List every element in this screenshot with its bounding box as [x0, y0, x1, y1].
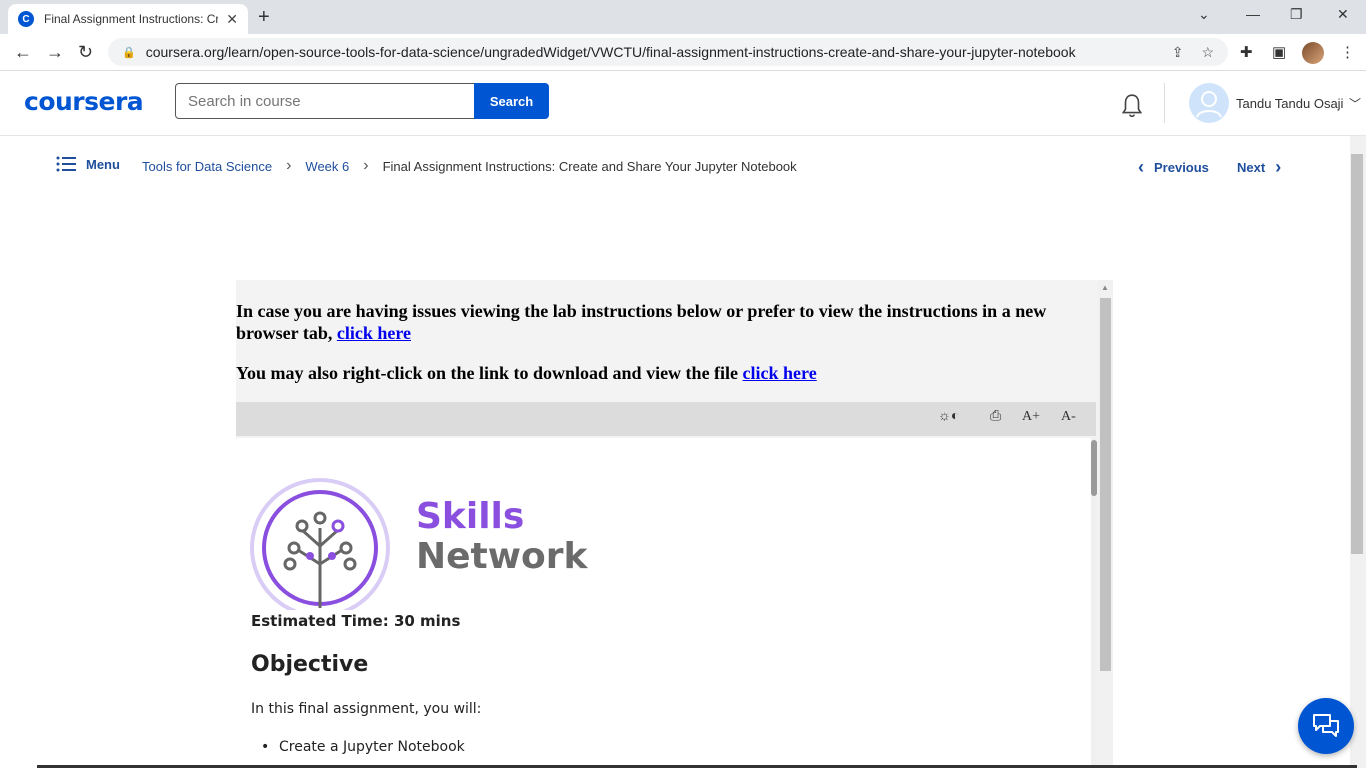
- url-text: coursera.org/learn/open-source-tools-for…: [145, 44, 1076, 60]
- list-item: Create a Jupyter Notebook: [261, 739, 465, 755]
- side-panel-icon[interactable]: ▣: [1272, 43, 1286, 61]
- tab-title: Final Assignment Instructions: Cr: [44, 12, 219, 26]
- previous-label: Previous: [1154, 160, 1209, 175]
- breadcrumb: Tools for Data Science › Week 6 › Final …: [142, 157, 797, 175]
- open-in-new-tab-link[interactable]: click here: [337, 323, 411, 343]
- list-menu-icon: [56, 156, 76, 172]
- tab-close-icon[interactable]: ✕: [226, 11, 238, 28]
- forward-icon[interactable]: →: [46, 42, 64, 63]
- share-icon[interactable]: ⇪: [1172, 44, 1184, 61]
- user-avatar[interactable]: [1189, 83, 1229, 123]
- breadcrumb-course-link[interactable]: Tools for Data Science: [142, 159, 272, 174]
- objective-intro: In this final assignment, you will:: [251, 701, 482, 717]
- theme-toggle-icon[interactable]: ☼◐: [938, 409, 959, 425]
- reload-icon[interactable]: ↻: [78, 42, 93, 63]
- new-tab-icon[interactable]: +: [258, 6, 270, 29]
- font-decrease-icon[interactable]: A-: [1061, 409, 1076, 425]
- objective-heading: Objective: [251, 652, 369, 677]
- lock-icon: 🔒: [122, 46, 136, 59]
- reader-toolbar: ☼◐ ⎙ A+ A-: [236, 402, 1096, 436]
- chevron-left-icon: ‹: [1138, 157, 1144, 177]
- bookmark-star-icon[interactable]: ☆: [1201, 44, 1214, 61]
- chevron-right-icon: ›: [1275, 157, 1282, 177]
- minimize-icon[interactable]: —: [1246, 6, 1260, 22]
- download-file-link[interactable]: click here: [743, 363, 817, 383]
- print-icon[interactable]: ⎙: [990, 409, 1001, 425]
- page-scrollbar[interactable]: [1350, 136, 1366, 768]
- font-increase-icon[interactable]: A+: [1022, 409, 1040, 425]
- lab-document: Skills Network Estimated Time: 30 mins O…: [236, 438, 1091, 768]
- notifications-bell-icon[interactable]: [1119, 93, 1145, 119]
- back-icon[interactable]: ←: [14, 42, 32, 63]
- chevron-right-icon: ›: [286, 157, 292, 174]
- browser-tabbar: C Final Assignment Instructions: Cr ✕ + …: [0, 0, 1366, 34]
- browser-tab[interactable]: C Final Assignment Instructions: Cr ✕: [8, 4, 248, 34]
- search-input[interactable]: [175, 83, 475, 119]
- header-divider: [1164, 83, 1165, 123]
- chevron-right-icon: ›: [363, 157, 369, 174]
- browser-profile-avatar[interactable]: [1302, 42, 1324, 64]
- brand-network-text: Network: [416, 536, 588, 577]
- intro2-text: You may also right-click on the link to …: [236, 363, 739, 383]
- scroll-up-icon[interactable]: ▲: [1101, 283, 1109, 292]
- chevron-down-icon[interactable]: ﹀: [1349, 95, 1361, 112]
- url-field[interactable]: 🔒 coursera.org/learn/open-source-tools-f…: [108, 38, 1228, 66]
- course-menu-button[interactable]: Menu: [56, 156, 120, 172]
- previous-button[interactable]: ‹ Previous: [1138, 157, 1209, 178]
- coursera-favicon-icon: C: [18, 11, 34, 27]
- next-button[interactable]: Next ›: [1237, 157, 1281, 178]
- breadcrumb-week-link[interactable]: Week 6: [305, 159, 349, 174]
- estimated-time: Estimated Time: 30 mins: [251, 612, 461, 630]
- intro-text: In case you are having issues viewing th…: [236, 300, 1096, 384]
- next-label: Next: [1237, 160, 1266, 175]
- window-close-icon[interactable]: ✕: [1337, 6, 1349, 23]
- breadcrumb-current: Final Assignment Instructions: Create an…: [382, 158, 797, 174]
- frame-scrollbar[interactable]: ▲: [1098, 280, 1113, 768]
- restore-icon[interactable]: ❐: [1290, 6, 1303, 23]
- browser-menu-icon[interactable]: ⋮: [1340, 43, 1355, 61]
- chat-bubbles-icon: [1313, 714, 1339, 737]
- coursera-header: coursera Search Tandu Tandu Osaji ﹀: [0, 71, 1366, 136]
- tab-search-chevron-icon[interactable]: ⌄: [1198, 6, 1210, 23]
- brand-skills-text: Skills: [416, 496, 525, 537]
- menu-label: Menu: [86, 156, 120, 172]
- document-scrollbar[interactable]: [1091, 438, 1097, 768]
- address-bar-row: ← → ↻ 🔒 coursera.org/learn/open-source-t…: [0, 34, 1366, 71]
- chat-button[interactable]: [1298, 698, 1354, 754]
- lab-instructions-frame: In case you are having issues viewing th…: [236, 280, 1113, 768]
- extensions-icon[interactable]: ✚: [1240, 43, 1253, 61]
- search-button[interactable]: Search: [474, 83, 549, 119]
- coursera-logo[interactable]: coursera: [24, 87, 144, 116]
- user-name[interactable]: Tandu Tandu Osaji: [1236, 96, 1343, 111]
